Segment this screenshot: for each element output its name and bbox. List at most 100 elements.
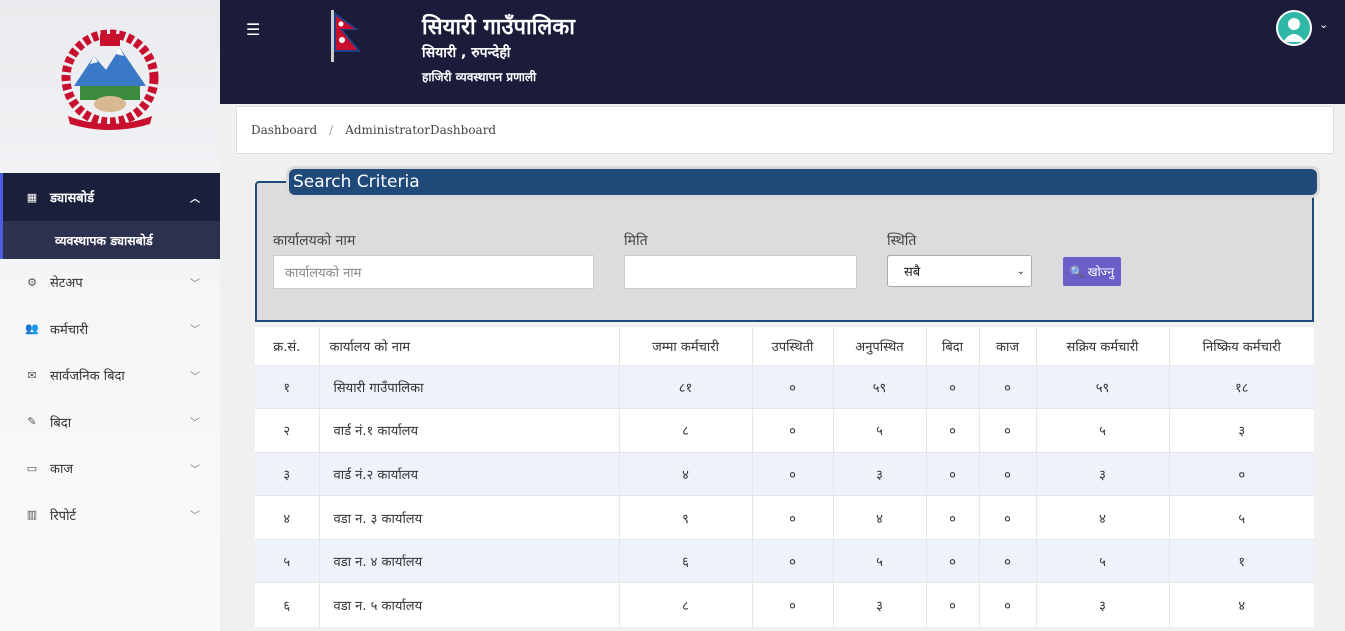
column-header[interactable]: उपस्थिती [752,327,834,365]
dashboard-icon: ▦ [26,190,38,204]
table-cell: ९ [619,495,753,540]
table-row: ६ वडा न. ५ कार्यालय ८ ० ३ ० ० ३ ४ [255,582,1314,627]
chevron-down-icon: ﹀ [190,464,200,476]
sidebar-item-label: कर्मचारी [50,322,89,338]
table-cell: ६ [255,582,320,627]
table-cell: २ [255,408,320,453]
sidebar-item-label: बिदा [50,415,72,431]
chevron-down-icon: ﹀ [190,418,200,430]
bar-chart-icon: ▥ [26,508,38,522]
sidebar-item-label: सार्वजनिक बिदा [50,369,125,385]
breadcrumb-item-dashboard[interactable]: Dashboard [251,123,317,137]
sidebar-item-label: काज [50,462,73,478]
table-cell: ३ [1036,582,1170,627]
sidebar-item-report[interactable]: ▥ रिपोर्ट ﹀ [0,492,220,539]
system-name: हाजिरी व्यवस्थापन प्रणाली [422,70,537,84]
table-cell: ० [979,538,1037,583]
column-header[interactable]: कार्यालय को नाम [319,327,620,365]
sidebar-item-duty[interactable]: ▭ काज ﹀ [0,445,220,492]
column-header[interactable]: अनुपस्थित [833,327,927,365]
sidebar-item-label: ड्यासबोर्ड [50,191,95,206]
nepal-flag-icon [329,8,363,66]
chevron-down-icon: ﹀ [190,371,200,383]
table-row: ५ वडा न. ४ कार्यालय ६ ० ५ ० ० ५ १ [255,538,1314,583]
column-header[interactable]: क्र.सं. [255,327,320,365]
table-header-row: क्र.सं. कार्यालय को नाम जम्मा कर्मचारी उ… [255,327,1314,365]
table-cell: ५ [1036,408,1170,453]
envelope-icon: ✉ [27,368,37,382]
municipality-subtitle: सियारी , रुपन्देही [422,45,511,61]
table-cell: ० [979,495,1037,540]
table-cell: ० [926,495,980,540]
table-cell: १८ [1169,364,1314,409]
column-header[interactable]: सक्रिय कर्मचारी [1036,327,1170,365]
table-cell: ० [752,582,834,627]
search-button-label: खोज्नु [1087,265,1115,279]
table-cell: ० [979,582,1037,627]
table-cell: वार्ड नं.१ कार्यालय [319,408,620,453]
table-cell: ० [752,408,834,453]
table-cell: ० [979,451,1037,496]
table-row: ३ वार्ड नं.२ कार्यालय ४ ० ३ ० ० ३ ० [255,451,1314,496]
table-cell: ० [752,495,834,540]
table-cell: ४ [619,451,753,496]
table-cell: ० [926,364,980,409]
status-selected-value: सबै [904,265,921,280]
table-cell: ५९ [833,364,927,409]
table-cell: ० [979,408,1037,453]
sidebar-item-setup[interactable]: ⚙ सेटअप ﹀ [0,259,220,306]
table-cell: ३ [833,582,927,627]
table-cell: ० [926,582,980,627]
chevron-down-icon[interactable]: ⌄ [1319,18,1328,31]
chevron-down-icon: ﹀ [190,325,200,337]
table-cell: ५ [255,538,320,583]
table-cell: ३ [1036,451,1170,496]
office-name-input[interactable]: कार्यालयको नाम [273,255,594,289]
table-cell: ५ [1169,495,1314,540]
table-cell: ३ [255,451,320,496]
chevron-down-icon: ﹀ [190,511,200,523]
table-row: २ वार्ड नं.१ कार्यालय ८ ० ५ ० ० ५ ३ [255,408,1314,453]
column-header[interactable]: बिदा [926,327,980,365]
sidebar-item-dashboard[interactable]: ▦ ड्यासबोर्ड ︿ [0,173,220,221]
status-select[interactable]: सबै ⌄ [887,255,1032,287]
sidebar-item-leave[interactable]: ✎ बिदा ﹀ [0,399,220,446]
sidebar: ▦ ड्यासबोर्ड ︿ व्यवस्थापक ड्यासबोर्ड ⚙ स… [0,0,220,631]
top-header: ☰ सियारी गाउँपालिका सियारी , रुपन्देही ह… [220,0,1345,104]
sidebar-item-employees[interactable]: 👥 कर्मचारी ﹀ [0,306,220,353]
column-header[interactable]: काज [979,327,1037,365]
sidebar-item-public-holiday[interactable]: ✉ सार्वजनिक बिदा ﹀ [0,352,220,399]
table-row: १ सियारी गाउँपालिका ८१ ० ५९ ० ० ५९ १८ [255,364,1314,409]
search-button[interactable]: 🔍 खोज्नु [1063,257,1121,286]
table-cell: ६ [619,538,753,583]
hamburger-menu-icon[interactable]: ☰ [246,20,260,39]
search-icon: 🔍 [1069,264,1085,279]
breadcrumb-separator: / [329,123,334,137]
table-cell: वडा न. ५ कार्यालय [319,582,620,627]
table-cell: ० [926,538,980,583]
table-cell: ० [979,364,1037,409]
table-cell: ४ [1169,582,1314,627]
sidebar-subitem-admin-dashboard[interactable]: व्यवस्थापक ड्यासबोर्ड [0,221,220,259]
sidebar-item-label: रिपोर्ट [50,508,76,524]
table-cell: सियारी गाउँपालिका [319,364,620,409]
table-cell: ८ [619,582,753,627]
edit-icon: ✎ [27,415,37,429]
status-label: स्थिति [887,233,917,249]
table-cell: १ [1169,538,1314,583]
table-cell: ० [752,364,834,409]
user-avatar[interactable] [1276,10,1312,46]
date-label: मिति [624,233,648,249]
breadcrumb: Dashboard / AdministratorDashboard [236,106,1334,154]
column-header[interactable]: जम्मा कर्मचारी [619,327,753,365]
cogs-icon: ⚙ [27,275,37,289]
table-body: १ सियारी गाउँपालिका ८१ ० ५९ ० ० ५९ १८ २ वार्ड नं.१… [255,364,1314,627]
table-cell: वार्ड नं.२ कार्यालय [319,451,620,496]
column-header[interactable]: निष्क्रिय कर्मचारी [1169,327,1314,365]
search-criteria-panel [255,181,1314,322]
table-cell: ० [752,451,834,496]
date-input[interactable] [624,255,857,289]
table-cell: ३ [1169,408,1314,453]
breadcrumb-item-current: AdministratorDashboard [345,123,497,137]
table-cell: ० [926,408,980,453]
